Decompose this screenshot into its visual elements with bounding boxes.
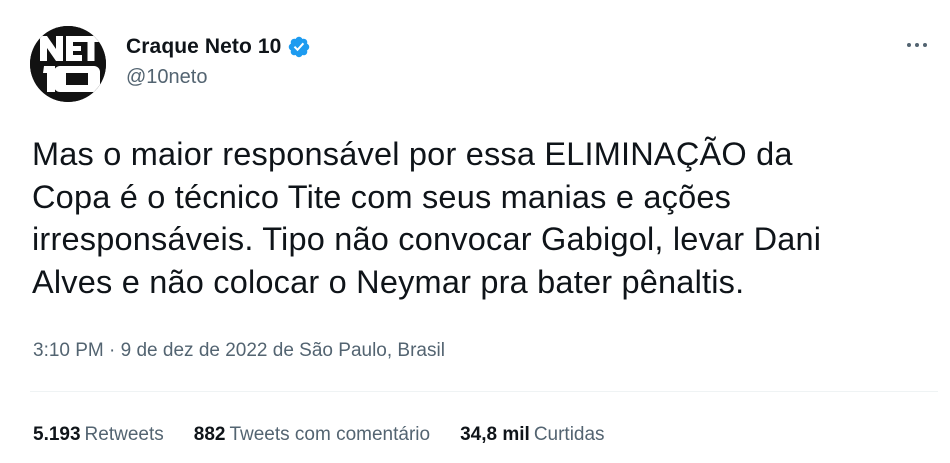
tweet-text-line: Alves e não colocar o Neymar pra bater p… — [32, 263, 745, 300]
retweets-count: 5.193 — [33, 424, 81, 445]
dot — [907, 43, 911, 47]
tweet-text-line: Mas o maior responsável por essa ELIMINA… — [32, 136, 793, 172]
divider — [30, 391, 938, 392]
likes-stat[interactable]: 34,8 mil Curtidas — [460, 424, 604, 446]
quote-tweets-count: 882 — [193, 424, 226, 445]
quote-tweets-stat[interactable]: 882 Tweets com comentário — [194, 424, 430, 446]
tweet-timestamp[interactable]: 3:10 PM · 9 de dez de 2022 de São Paulo,… — [33, 340, 445, 362]
dot — [923, 43, 927, 47]
tweet-text-line: Copa é o técnico Tite com seus manias e … — [32, 178, 732, 215]
quote-tweets-label: Tweets com comentário — [229, 424, 431, 445]
name-row: Craque Neto 10 — [126, 32, 311, 62]
avatar[interactable] — [30, 26, 106, 102]
engagement-stats: 5.193 Retweets 882 Tweets com comentário 3… — [33, 424, 635, 446]
likes-count: 34,8 mil — [460, 424, 530, 445]
tweet-text-line: irresponsáveis. Tipo não convocar Gabigo… — [32, 221, 822, 257]
more-dots-icon[interactable] — [900, 34, 934, 56]
dot — [915, 43, 919, 47]
tweet-card: Craque Neto 10 @10neto Mas o maior respo… — [0, 0, 950, 463]
likes-label: Curtidas — [533, 424, 605, 445]
avatar-logo — [30, 26, 106, 102]
tweet-text: Mas o maior responsável por essa ELIMINA… — [32, 133, 932, 303]
handle[interactable]: @10neto — [126, 66, 311, 89]
display-name[interactable]: Craque Neto 10 — [126, 35, 281, 59]
verified-badge-icon — [287, 35, 311, 59]
retweets-stat[interactable]: 5.193 Retweets — [33, 424, 164, 446]
retweets-label: Retweets — [84, 424, 164, 445]
author-block: Craque Neto 10 @10neto — [126, 32, 311, 89]
